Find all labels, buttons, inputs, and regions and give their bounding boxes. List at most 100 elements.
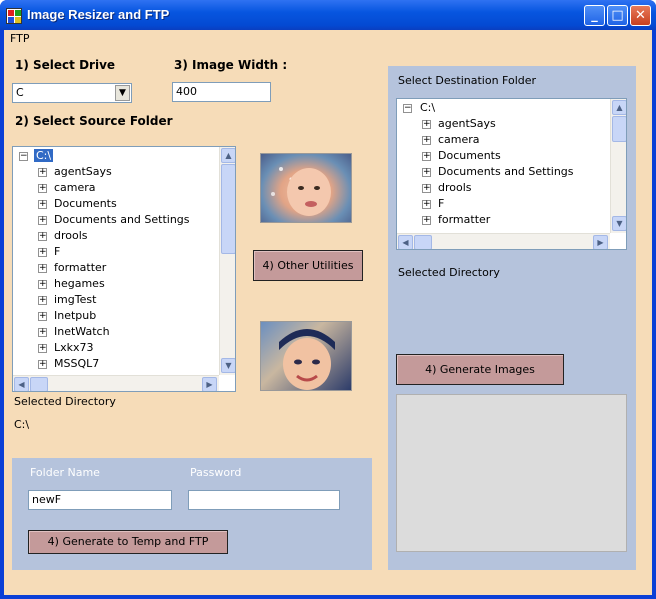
tree-folder-node[interactable]: + Documents [13,196,213,212]
source-selected-dir-value: C:\ [14,418,30,431]
expand-icon[interactable]: + [38,168,47,177]
source-horizontal-scrollbar[interactable]: ◀ ▶ [13,375,219,391]
tree-folder-node[interactable]: + Inetpub [13,308,213,324]
source-vertical-scrollbar[interactable]: ▲ ▼ [219,147,235,375]
image-width-input[interactable]: 400 [172,82,271,102]
tree-folder-label: InetWatch [54,325,110,338]
tree-folder-label: drools [438,181,472,194]
tree-folder-node[interactable]: + drools [397,180,597,196]
folder-name-label: Folder Name [30,466,100,479]
baby-photo [260,153,352,223]
maximize-button[interactable]: □ [607,5,628,26]
expand-icon[interactable]: + [38,360,47,369]
expand-icon[interactable]: + [38,184,47,193]
tree-folder-node[interactable]: + formatter [13,260,213,276]
destination-folder-tree[interactable]: − C:\ + agentSays + camera + Documents + Document… [396,98,627,250]
expand-icon[interactable]: + [38,312,47,321]
scroll-left-icon[interactable]: ◀ [14,377,29,391]
expand-icon[interactable]: + [422,184,431,193]
scroll-right-icon[interactable]: ▶ [593,235,608,249]
tree-root-label: C:\ [420,101,436,114]
tree-folder-node[interactable]: + imgTest [13,292,213,308]
close-icon: ✕ [635,8,646,23]
chevron-down-icon[interactable]: ▼ [115,85,130,101]
tree-folder-node[interactable]: + formatter [397,212,597,228]
maximize-icon: □ [611,8,624,23]
image-width-label: 3) Image Width : [174,58,288,72]
tree-folder-node[interactable]: + camera [13,180,213,196]
tree-folder-node[interactable]: + hegames [13,276,213,292]
expand-icon[interactable]: + [38,280,47,289]
tree-folder-node[interactable]: + Documents and Settings [13,212,213,228]
title-bar[interactable]: Image Resizer and FTP _ □ ✕ [0,0,656,30]
source-folder-tree[interactable]: − C:\ + agentSays + camera + Documents + Document… [12,146,236,392]
scroll-up-icon[interactable]: ▲ [612,100,626,115]
app-icon [6,8,22,24]
tree-folder-label: imgTest [54,293,97,306]
generate-images-button[interactable]: 4) Generate Images [396,354,564,385]
minimize-button[interactable]: _ [584,5,605,26]
tree-folder-node[interactable]: + Documents [397,148,597,164]
expand-icon[interactable]: + [422,120,431,129]
tree-folder-node[interactable]: + InetWatch [13,324,213,340]
ftp-panel: Folder Name Password newF 4) Generate to… [12,458,372,570]
folder-name-input[interactable]: newF [28,490,172,510]
tree-folder-node[interactable]: + F [13,244,213,260]
tree-folder-label: hegames [54,277,105,290]
close-button[interactable]: ✕ [630,5,651,26]
tree-folder-label: drools [54,229,88,242]
generate-ftp-button[interactable]: 4) Generate to Temp and FTP [28,530,228,554]
scroll-down-icon[interactable]: ▼ [221,358,235,373]
destination-horizontal-scrollbar[interactable]: ◀ ▶ [397,233,610,249]
expand-icon[interactable]: + [422,152,431,161]
tree-folder-node[interactable]: + camera [397,132,597,148]
expand-icon[interactable]: + [38,232,47,241]
tree-folder-label: Documents and Settings [438,165,574,178]
expand-icon[interactable]: + [422,216,431,225]
expand-icon[interactable]: + [38,200,47,209]
tree-root-node[interactable]: − C:\ [397,100,597,116]
scroll-left-icon[interactable]: ◀ [398,235,413,249]
destination-vertical-scrollbar[interactable]: ▲ ▼ [610,99,626,233]
collapse-icon[interactable]: − [19,152,28,161]
tree-folder-node[interactable]: + Lxkx73 [13,340,213,356]
menu-bar: FTP [4,30,652,48]
scroll-thumb[interactable] [221,164,235,254]
drive-select[interactable]: C ▼ [12,83,132,103]
tree-folder-node[interactable]: + agentSays [13,164,213,180]
expand-icon[interactable]: + [422,200,431,209]
expand-icon[interactable]: + [38,296,47,305]
destination-panel: Select Destination Folder − C:\ + agentSays… [388,66,636,570]
scroll-down-icon[interactable]: ▼ [612,216,626,231]
expand-icon[interactable]: + [422,168,431,177]
tree-folder-label: MSSQL7 [54,357,100,370]
scroll-thumb[interactable] [612,116,626,142]
tree-folder-node[interactable]: + MSSQL7 [13,356,213,372]
collapse-icon[interactable]: − [403,104,412,113]
scroll-up-icon[interactable]: ▲ [221,148,235,163]
scroll-thumb[interactable] [414,235,432,249]
expand-icon[interactable]: + [422,136,431,145]
menu-ftp[interactable]: FTP [10,32,30,45]
expand-icon[interactable]: + [38,216,47,225]
other-utilities-button[interactable]: 4) Other Utilities [253,250,363,281]
tree-folder-node[interactable]: + F [397,196,597,212]
scroll-thumb[interactable] [30,377,48,391]
expand-icon[interactable]: + [38,328,47,337]
tree-folder-label: formatter [54,261,107,274]
tree-folder-node[interactable]: + agentSays [397,116,597,132]
tree-folder-label: Documents [54,197,117,210]
tree-folder-label: F [54,245,61,258]
tree-root-node[interactable]: − C:\ [13,148,213,164]
password-input[interactable] [188,490,340,510]
child-photo [260,321,352,391]
scroll-right-icon[interactable]: ▶ [202,377,217,391]
tree-folder-node[interactable]: + Documents and Settings [397,164,597,180]
expand-icon[interactable]: + [38,248,47,257]
tree-folder-label: Inetpub [54,309,97,322]
output-area [396,394,627,552]
image-width-value: 400 [176,85,197,98]
tree-folder-node[interactable]: + drools [13,228,213,244]
expand-icon[interactable]: + [38,344,47,353]
expand-icon[interactable]: + [38,264,47,273]
